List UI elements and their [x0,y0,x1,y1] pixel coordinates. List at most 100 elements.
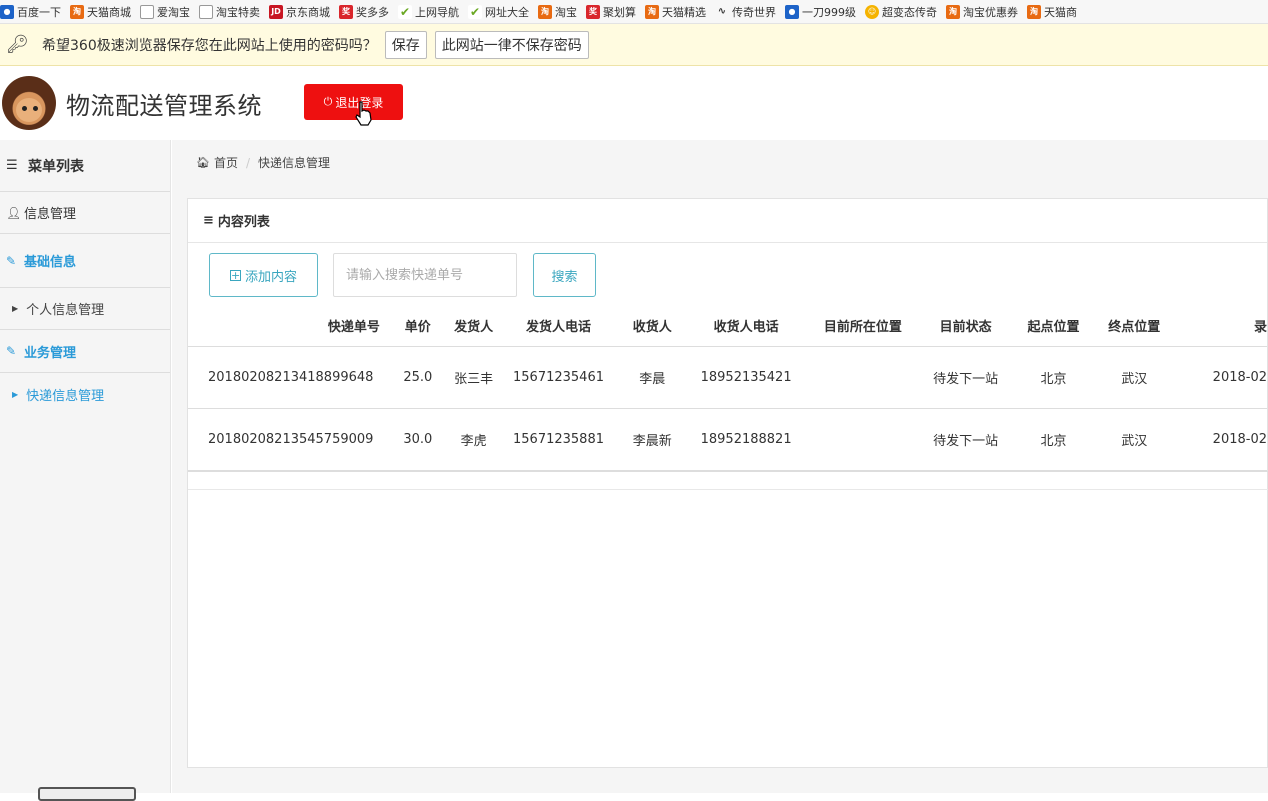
bookmark-item[interactable]: 淘天猫商城 [70,4,131,20]
cell-sender-phone: 15671235461 [501,346,616,409]
content-panel: ≡ 内容列表 + 添加内容 搜索 快递单号 单价 发货人 发货人电话 收货人 收… [187,198,1268,768]
list-icon: ☰ [6,158,18,173]
bookmark-label: 上网导航 [415,5,459,19]
breadcrumb: 🏠︎ 首页 / 快递信息管理 [196,154,331,171]
cell-location [803,408,923,471]
password-save-bar: 🔑︎ 希望360极速浏览器保存您在此网站上使用的密码吗？ 保存 此网站一律不保存… [0,24,1268,66]
add-content-button[interactable]: + 添加内容 [209,253,318,297]
toolbar: + 添加内容 搜索 [209,253,596,297]
col-price: 单价 [389,306,446,347]
sidebar-item-express-info[interactable]: ▶ 快递信息管理 [0,373,170,415]
jiang-icon: 奖 [339,4,353,19]
power-icon: ⏻ [323,95,333,108]
save-password-button[interactable]: 保存 [384,30,427,59]
cell-destination: 武汉 [1098,346,1171,409]
bookmark-item[interactable]: 淘淘宝 [538,4,577,20]
bookmark-label: 传奇世界 [732,5,776,19]
cell-price: 30.0 [389,408,446,471]
express-table: 快递单号 单价 发货人 发货人电话 收货人 收货人电话 目前所在位置 目前状态 … [188,306,1267,471]
table-row: 20180208213418899648 25.0 张三丰 1567123546… [188,346,1267,409]
bookmark-label: 天猫商 [1044,5,1077,19]
sidebar: ☰ 菜单列表 👤︎ 信息管理 ✎ 基础信息 ▶ 个人信息管理 ✎ 业务管理 ▶ … [0,140,171,801]
cell-origin: 北京 [1008,408,1099,471]
page-icon [140,4,154,19]
bookmark-label: 奖多多 [356,5,389,19]
baidu-icon: ● [0,4,14,19]
bookmarks-bar: ● 百度一下淘天猫商城 爱淘宝 淘宝特卖 JD 京东商城奖奖多多 ✔ 上网导航 ✔ 网址大全淘淘宝… [0,0,1268,24]
col-record: 录 [1170,306,1267,347]
col-status: 目前状态 [922,306,1009,347]
cell-status: 待发下一站 [922,408,1009,471]
sidebar-item-basic-info[interactable]: ✎ 基础信息 [0,234,170,288]
password-save-message: 希望360极速浏览器保存您在此网站上使用的密码吗？ [42,37,377,54]
nav-icon: ✔ [398,4,412,19]
col-receiver-phone: 收货人电话 [689,306,804,347]
bookmark-label: 聚划算 [603,5,636,19]
cell-tracking-no: 20180208213545759009 [188,408,390,471]
search-button[interactable]: 搜索 [533,253,596,297]
never-save-password-button[interactable]: 此网站一律不保存密码 [434,30,589,59]
cell-tracking-no: 20180208213418899648 [188,346,390,409]
bookmark-item[interactable]: 淘淘宝优惠券 [946,4,1018,20]
cell-receiver: 李晨 [615,346,690,409]
game-icon: ● [785,4,799,19]
sidebar-item-personal-info[interactable]: ▶ 个人信息管理 [0,288,170,330]
avatar [2,76,56,130]
bookmark-item[interactable]: ● 一刀999级 [785,4,856,20]
cell-receiver-phone: 18952135421 [689,346,804,409]
caret-right-icon: ▶ [12,304,19,313]
hand-cursor-icon [355,101,372,126]
breadcrumb-home[interactable]: 首页 [214,154,238,171]
bookmark-label: 爱淘宝 [157,5,190,19]
main-content: 🏠︎ 首页 / 快递信息管理 ≡ 内容列表 + 添加内容 搜索 快递单号 单价 … [172,140,1268,793]
cell-origin: 北京 [1008,346,1099,409]
cell-destination: 武汉 [1098,408,1171,471]
bookmark-label: 天猫精选 [662,5,706,19]
sidebar-item-business[interactable]: ✎ 业务管理 [0,330,170,373]
col-tracking-no: 快递单号 [188,306,390,347]
cell-receiver: 李晨新 [615,408,690,471]
bookmark-item[interactable]: ✔ 网址大全 [468,4,529,20]
cell-sender-phone: 15671235881 [501,408,616,471]
app-header: 物流配送管理系统 ⏻ 退出登录 [0,66,1268,140]
bookmark-item[interactable]: 爱淘宝 [140,4,190,20]
cell-receiver-phone: 18952188821 [689,408,804,471]
cell-record: 2018-02 [1170,346,1267,409]
bookmark-item[interactable]: 淘天猫商 [1027,4,1077,20]
bookmark-item[interactable]: JD 京东商城 [269,4,330,20]
bookmark-label: 天猫商城 [87,5,131,19]
bookmark-item[interactable]: ✔ 上网导航 [398,4,459,20]
bookmark-label: 淘宝 [555,5,577,19]
bookmark-item[interactable]: ● 百度一下 [0,4,61,20]
taobao-icon: 淘 [645,4,659,19]
cell-record: 2018-02 [1170,408,1267,471]
col-sender-phone: 发货人电话 [501,306,616,347]
ju-icon: 奖 [586,4,600,19]
user-icon: 👤︎ [6,205,22,220]
bookmark-label: 百度一下 [17,5,61,19]
search-input[interactable] [333,253,517,297]
key-icon: 🔑︎ [6,34,29,55]
bookmark-item[interactable]: 淘天猫精选 [645,4,706,20]
bookmark-item[interactable]: ☺ 超变态传奇 [865,4,937,20]
caret-right-icon: ▶ [12,389,19,399]
cell-sender: 李虎 [445,408,502,471]
nav-icon: ✔ [468,4,482,19]
home-icon: 🏠︎ [196,156,210,169]
bookmark-item[interactable]: 淘宝特卖 [199,4,260,20]
edit-icon: ✎ [6,344,17,358]
panel-title: ≡ 内容列表 [188,199,1267,243]
bookmark-item[interactable]: 奖聚划算 [586,4,636,20]
bookmark-item[interactable]: 奖奖多多 [339,4,389,20]
bookmark-label: 一刀999级 [802,5,856,19]
taobao-icon: 淘 [538,4,552,19]
wave-icon: ∿ [717,6,727,17]
taobao-icon: 淘 [70,4,84,19]
table-header-row: 快递单号 单价 发货人 发货人电话 收货人 收货人电话 目前所在位置 目前状态 … [188,306,1267,347]
bookmark-item[interactable]: ∿ 传奇世界 [715,4,776,20]
menu-icon: ≡ [203,213,214,228]
bookmark-label: 淘宝特卖 [216,5,260,19]
col-sender: 发货人 [445,306,502,347]
sidebar-item-info-management[interactable]: 👤︎ 信息管理 [0,192,170,234]
system-title: 物流配送管理系统 [66,92,262,120]
